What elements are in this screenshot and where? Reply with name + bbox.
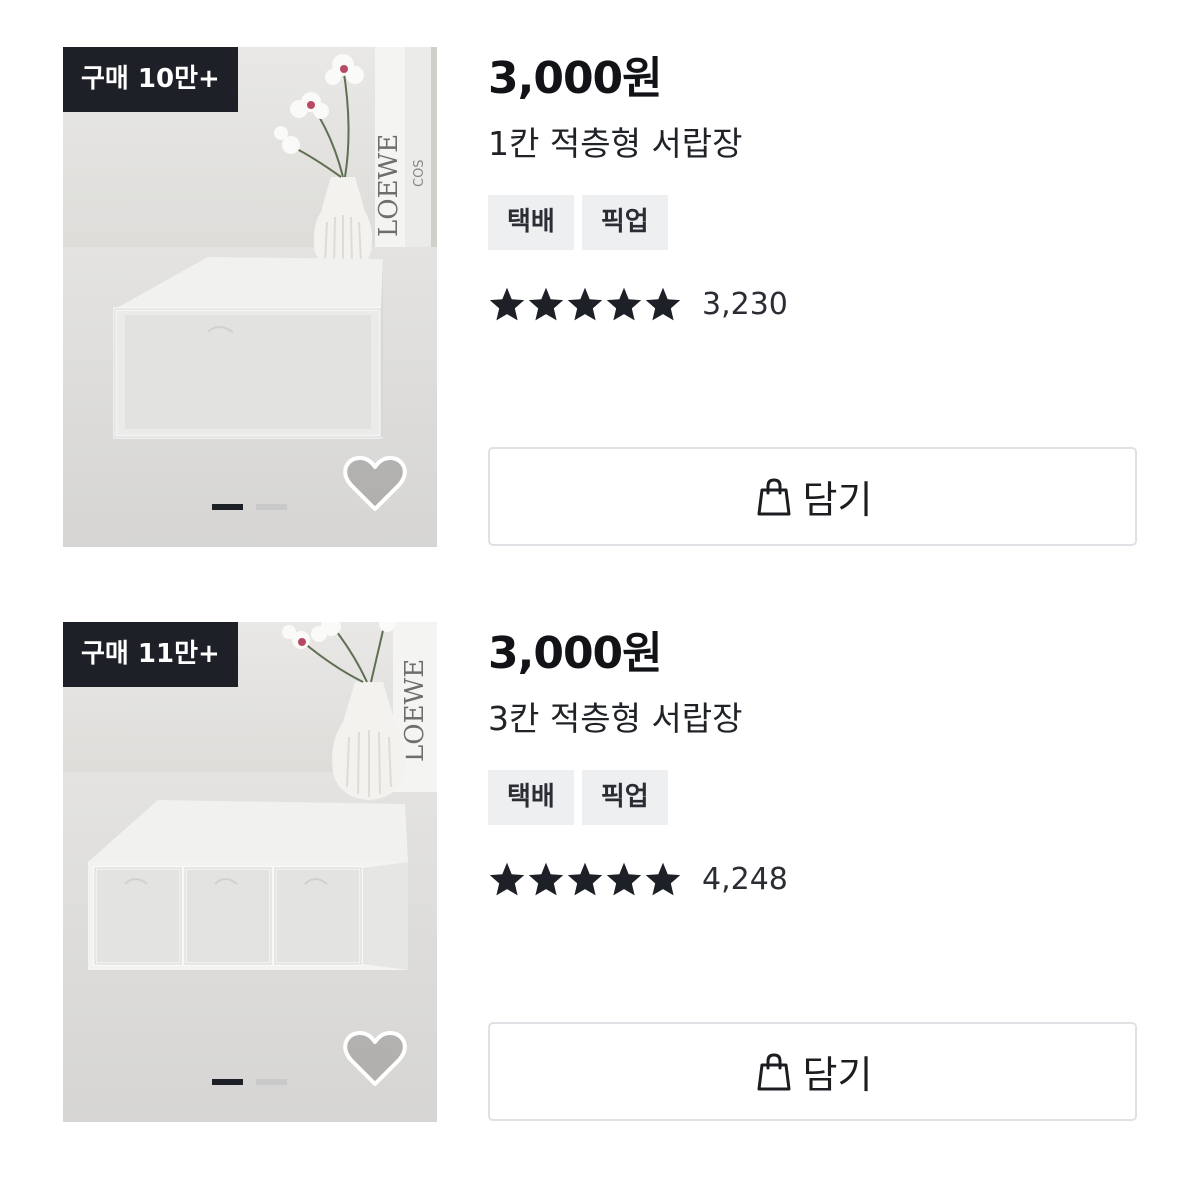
tag-delivery: 택배 [488,195,574,250]
product-info: 3,000원 1칸 적층형 서랍장 택배 픽업 3,230 담기 [488,47,1138,547]
image-indicator [212,504,287,510]
product-price: 3,000원 [488,53,663,104]
star-rating [488,286,682,322]
tag-pickup: 픽업 [581,770,668,825]
heart-outline-icon[interactable] [343,1030,407,1088]
purchase-count-badge: 구매 10만+ [63,47,238,112]
rating: 3,230 [488,280,788,328]
star-icon [567,287,603,321]
shopping-bag-icon [757,1052,791,1090]
add-to-cart-button[interactable]: 담기 [488,1022,1137,1121]
purchase-count-badge: 구매 11만+ [63,622,238,687]
svg-text:COS: COS [412,159,427,187]
star-icon [489,862,525,896]
product-image[interactable]: LOEWE COS 구매 10만+ [63,47,437,547]
star-icon [645,862,681,896]
product-info: 3,000원 3칸 적층형 서랍장 택배 픽업 4,248 담기 [488,622,1138,1122]
product-title[interactable]: 1칸 적층형 서랍장 [488,121,743,167]
product-image[interactable]: LOEWE 구매 11만+ [63,622,437,1122]
indicator-dot-active [212,1079,243,1085]
star-icon [567,862,603,896]
delivery-tags: 택배 픽업 [488,770,668,825]
product-card: LOEWE 구매 11만+ 3,000원 3칸 적층형 서랍장 택배 픽업 4,… [0,622,1200,1122]
image-indicator [212,1079,287,1085]
product-card: LOEWE COS 구매 10만+ 3,000원 1칸 적층형 서랍장 택배 픽… [0,47,1200,547]
add-to-cart-button[interactable]: 담기 [488,447,1137,546]
star-icon [489,287,525,321]
indicator-dot-active [212,504,243,510]
shopping-bag-icon [757,477,791,515]
star-icon [528,287,564,321]
indicator-dot [256,504,287,510]
star-icon [645,287,681,321]
product-price: 3,000원 [488,628,663,679]
star-rating [488,861,682,897]
delivery-tags: 택배 픽업 [488,195,668,250]
star-icon [606,287,642,321]
review-count: 3,230 [702,286,788,322]
star-icon [528,862,564,896]
indicator-dot [256,1079,287,1085]
svg-text:LOEWE: LOEWE [374,134,404,237]
add-to-cart-label: 담기 [802,478,873,522]
heart-outline-icon[interactable] [343,455,407,513]
add-to-cart-label: 담기 [802,1053,873,1097]
tag-pickup: 픽업 [581,195,668,250]
tag-delivery: 택배 [488,770,574,825]
review-count: 4,248 [702,861,788,897]
star-icon [606,862,642,896]
rating: 4,248 [488,855,788,903]
product-title[interactable]: 3칸 적층형 서랍장 [488,696,743,742]
